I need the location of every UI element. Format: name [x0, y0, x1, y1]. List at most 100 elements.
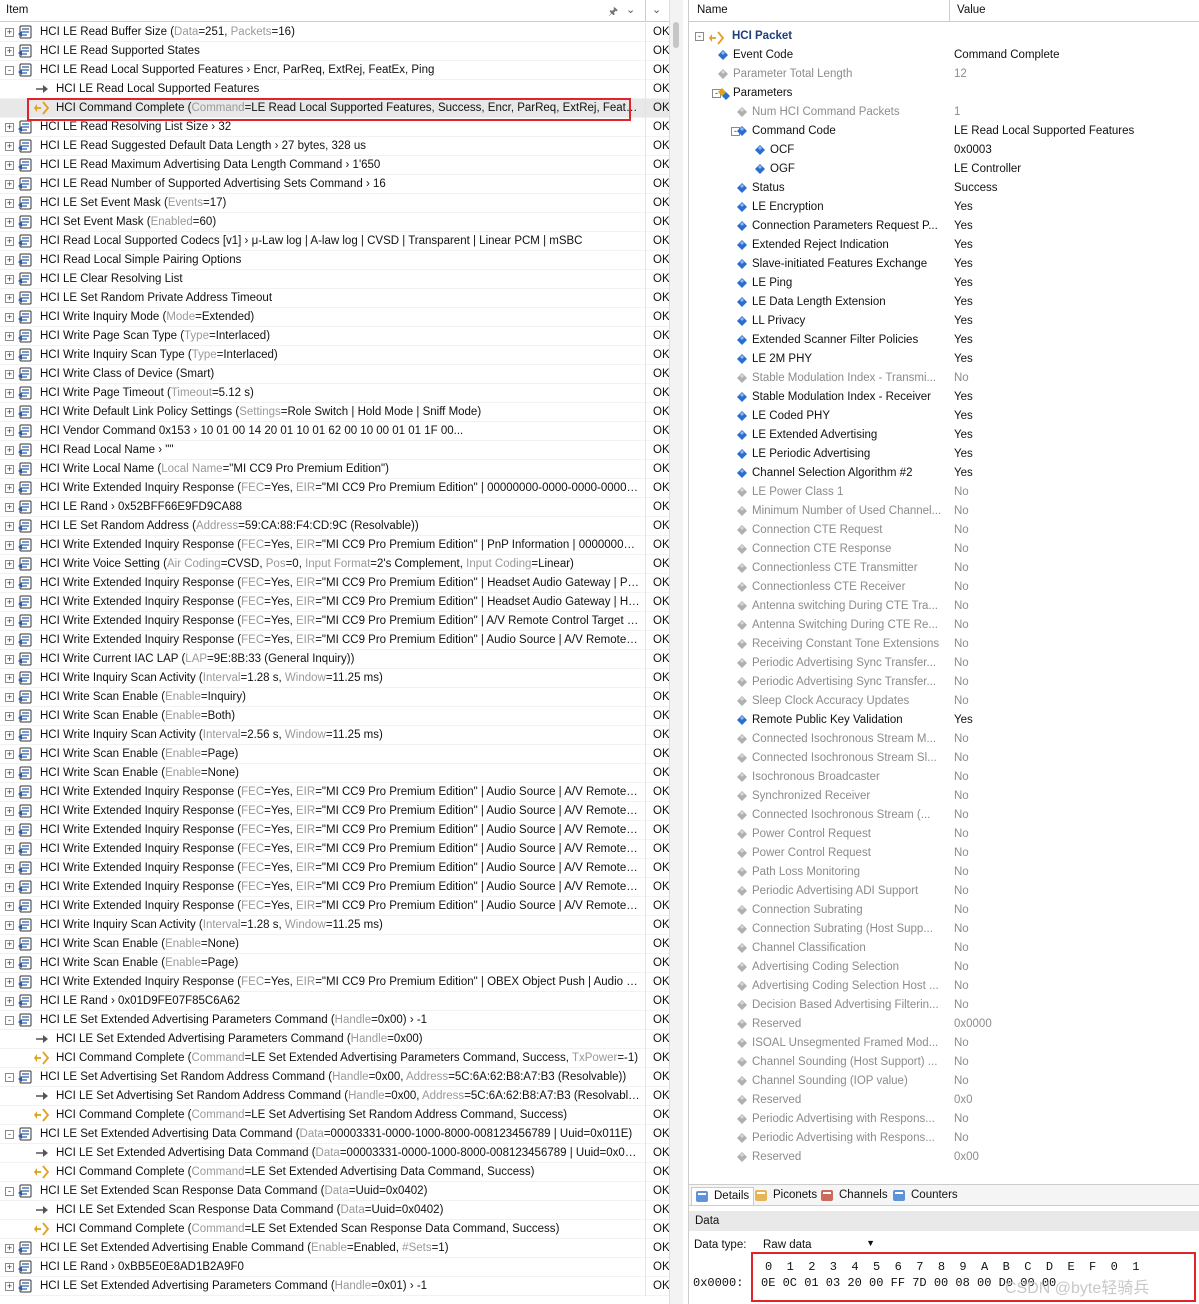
detail-row[interactable]: Isochronous Broadcaster No	[689, 768, 1199, 787]
expand-toggle-icon[interactable]: +	[5, 408, 14, 417]
detail-row[interactable]: Periodic Advertising with Respons... No	[689, 1110, 1199, 1129]
detail-row[interactable]: Periodic Advertising ADI Support No	[689, 882, 1199, 901]
detail-row[interactable]: Connection CTE Response No	[689, 540, 1199, 559]
table-row[interactable]: + HCI Vendor Command 0x153 › 10 01 00 14 …	[0, 422, 670, 441]
table-row[interactable]: + HCI LE Read Suggested Default Data Leng…	[0, 137, 670, 156]
detail-row[interactable]: Connected Isochronous Stream (... No	[689, 806, 1199, 825]
tab-details[interactable]: Details	[691, 1187, 755, 1205]
table-row[interactable]: + HCI Write Extended Inquiry Response (FE…	[0, 821, 670, 840]
table-row[interactable]: + HCI LE Set Extended Advertising Enable …	[0, 1239, 670, 1258]
expand-toggle-icon[interactable]: +	[5, 123, 14, 132]
table-row[interactable]: + HCI Read Local Simple Pairing Options OK	[0, 251, 670, 270]
expand-toggle-icon[interactable]: +	[5, 446, 14, 455]
detail-row[interactable]: Parameter Total Length 12	[689, 65, 1199, 84]
pin-icon[interactable]: 🖈	[608, 3, 618, 22]
expand-toggle-icon[interactable]: +	[5, 351, 14, 360]
table-row[interactable]: - HCI LE Set Advertising Set Random Addre…	[0, 1068, 670, 1087]
expand-toggle-icon[interactable]: +	[5, 693, 14, 702]
tree-root[interactable]: - HCI Packet	[689, 27, 1199, 46]
detail-row[interactable]: Advertising Coding Selection No	[689, 958, 1199, 977]
detail-row[interactable]: Antenna switching During CTE Tra... No	[689, 597, 1199, 616]
expand-toggle-icon[interactable]: +	[5, 826, 14, 835]
table-row[interactable]: - HCI LE Set Extended Scan Response Data …	[0, 1182, 670, 1201]
detail-row[interactable]: Power Control Request No	[689, 844, 1199, 863]
item-column-header[interactable]: Item	[6, 4, 28, 16]
expand-toggle-icon[interactable]: +	[5, 180, 14, 189]
table-row[interactable]: + HCI Write Scan Enable (Enable=Inquiry) O…	[0, 688, 670, 707]
detail-row[interactable]: Decision Based Advertising Filterin... No	[689, 996, 1199, 1015]
expand-toggle-icon[interactable]: +	[5, 161, 14, 170]
table-row[interactable]: + HCI LE Clear Resolving List OK	[0, 270, 670, 289]
expand-toggle-icon[interactable]: +	[5, 883, 14, 892]
detail-row[interactable]: Num HCI Command Packets 1	[689, 103, 1199, 122]
expand-toggle-icon[interactable]: +	[5, 218, 14, 227]
detail-row[interactable]: Remote Public Key Validation Yes	[689, 711, 1199, 730]
expand-toggle-icon[interactable]: +	[5, 142, 14, 151]
detail-row[interactable]: - Command Code LE Read Local Supported Fea…	[689, 122, 1199, 141]
expand-toggle-icon[interactable]: +	[5, 617, 14, 626]
expand-toggle-icon[interactable]: +	[5, 1263, 14, 1272]
expand-toggle-icon[interactable]: +	[5, 427, 14, 436]
table-row[interactable]: + HCI Write Scan Enable (Enable=Page) OK	[0, 954, 670, 973]
detail-row[interactable]: LE Power Class 1 No	[689, 483, 1199, 502]
table-row[interactable]: + HCI Write Current IAC LAP (LAP=9E:8B:33…	[0, 650, 670, 669]
table-row[interactable]: + HCI Write Scan Enable (Enable=None) OK	[0, 764, 670, 783]
table-row[interactable]: - HCI LE Set Extended Advertising Paramet…	[0, 1011, 670, 1030]
table-row[interactable]: + HCI Write Voice Setting (Air Coding=CVS…	[0, 555, 670, 574]
detail-row[interactable]: Status Success	[689, 179, 1199, 198]
table-row[interactable]: HCI Command Complete (Command=LE Set Ext…	[0, 1049, 670, 1068]
table-row[interactable]: HCI Command Complete (Command=LE Set Ext…	[0, 1220, 670, 1239]
table-row[interactable]: + HCI Read Local Name › "" OK	[0, 441, 670, 460]
tab-channels[interactable]: Channels	[817, 1187, 892, 1205]
value-column-header[interactable]: Value	[957, 4, 986, 16]
expand-toggle-icon[interactable]: +	[5, 978, 14, 987]
table-row[interactable]: + HCI Write Inquiry Scan Activity (Interv…	[0, 669, 670, 688]
expand-toggle-icon[interactable]: +	[5, 294, 14, 303]
detail-row[interactable]: Channel Sounding (Host Support) ... No	[689, 1053, 1199, 1072]
detail-row[interactable]: Minimum Number of Used Channel... No	[689, 502, 1199, 521]
table-row[interactable]: + HCI Write Page Scan Type (Type=Interlac…	[0, 327, 670, 346]
table-row[interactable]: + HCI Write Extended Inquiry Response (FE…	[0, 479, 670, 498]
table-row[interactable]: + HCI Write Extended Inquiry Response (FE…	[0, 973, 670, 992]
detail-row[interactable]: Path Loss Monitoring No	[689, 863, 1199, 882]
expand-toggle-icon[interactable]: +	[5, 598, 14, 607]
detail-row[interactable]: Channel Classification No	[689, 939, 1199, 958]
table-row[interactable]: + HCI Write Inquiry Scan Activity (Interv…	[0, 916, 670, 935]
detail-row[interactable]: LE Extended Advertising Yes	[689, 426, 1199, 445]
expand-toggle-icon[interactable]: +	[5, 712, 14, 721]
table-row[interactable]: + HCI Write Extended Inquiry Response (FE…	[0, 840, 670, 859]
table-row[interactable]: HCI LE Set Extended Advertising Data Com…	[0, 1144, 670, 1163]
expand-toggle-icon[interactable]: +	[5, 579, 14, 588]
detail-row[interactable]: LE 2M PHY Yes	[689, 350, 1199, 369]
expand-toggle-icon[interactable]: +	[5, 921, 14, 930]
expand-toggle-icon[interactable]: +	[5, 541, 14, 550]
table-row[interactable]: + HCI Write Extended Inquiry Response (FE…	[0, 802, 670, 821]
expand-toggle-icon[interactable]: +	[5, 940, 14, 949]
table-row[interactable]: + HCI LE Rand › 0x52BFF66E9FD9CA88 OK	[0, 498, 670, 517]
table-row[interactable]: + HCI LE Rand › 0x01D9FE07F85C6A62 OK	[0, 992, 670, 1011]
name-column-header[interactable]: Name	[697, 4, 728, 16]
expand-toggle-icon[interactable]: +	[5, 560, 14, 569]
table-row[interactable]: + HCI Write Extended Inquiry Response (FE…	[0, 859, 670, 878]
chevron-down-icon[interactable]: ⌄	[652, 3, 661, 16]
expand-toggle-icon[interactable]: +	[5, 256, 14, 265]
table-row[interactable]: HCI LE Set Extended Scan Response Data C…	[0, 1201, 670, 1220]
table-row[interactable]: + HCI Write Inquiry Scan Activity (Interv…	[0, 726, 670, 745]
detail-row[interactable]: Antenna Switching During CTE Re... No	[689, 616, 1199, 635]
detail-row[interactable]: Event Code Command Complete	[689, 46, 1199, 65]
table-row[interactable]: + HCI Write Local Name (Local Name="MI CC…	[0, 460, 670, 479]
table-row[interactable]: + HCI Write Extended Inquiry Response (FE…	[0, 593, 670, 612]
column-divider[interactable]	[645, 0, 646, 22]
expand-toggle-icon[interactable]: +	[5, 636, 14, 645]
detail-row[interactable]: Stable Modulation Index - Transmi... No	[689, 369, 1199, 388]
expand-toggle-icon[interactable]: +	[5, 807, 14, 816]
expand-toggle-icon[interactable]: +	[5, 1244, 14, 1253]
table-row[interactable]: + HCI Read Local Supported Codecs [v1] › …	[0, 232, 670, 251]
expand-toggle-icon[interactable]: +	[5, 370, 14, 379]
table-row[interactable]: + HCI Write Extended Inquiry Response (FE…	[0, 536, 670, 555]
table-row[interactable]: + HCI Write Extended Inquiry Response (FE…	[0, 574, 670, 593]
detail-row[interactable]: Connected Isochronous Stream Sl... No	[689, 749, 1199, 768]
detail-row[interactable]: LE Periodic Advertising Yes	[689, 445, 1199, 464]
detail-row[interactable]: LE Encryption Yes	[689, 198, 1199, 217]
expand-toggle-icon[interactable]: +	[5, 28, 14, 37]
